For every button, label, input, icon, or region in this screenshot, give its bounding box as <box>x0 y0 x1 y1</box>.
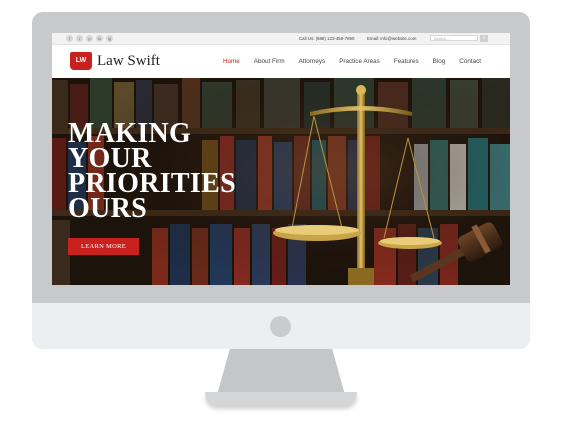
hero-heading: MAKING YOUR PRIORITIES OURS <box>68 120 236 224</box>
monitor-stand-neck <box>217 349 345 395</box>
pinterest-icon[interactable]: p <box>86 35 93 42</box>
learn-more-button[interactable]: LEARN MORE <box>68 238 139 255</box>
shield-logo-icon[interactable]: LW <box>70 52 92 70</box>
nav-item-blog[interactable]: Blog <box>433 58 446 65</box>
nav-item-contact[interactable]: Contact <box>459 58 481 65</box>
nav-item-about-firm[interactable]: About Firm <box>254 58 285 65</box>
nav-item-attorneys[interactable]: Attorneys <box>299 58 326 65</box>
top-bar: f t p in ig Call Us: (888) 123-456-7890 … <box>52 33 510 45</box>
twitter-icon[interactable]: t <box>76 35 83 42</box>
search-icon[interactable]: ⌕ <box>480 35 488 42</box>
site-logo-text[interactable]: Law Swift <box>97 53 160 70</box>
website-screen: f t p in ig Call Us: (888) 123-456-7890 … <box>52 33 510 285</box>
email-contact[interactable]: Email: info@website.com <box>367 36 416 41</box>
nav-item-features[interactable]: Features <box>394 58 419 65</box>
monitor-stand-base <box>205 392 357 405</box>
site-header: LW Law Swift Home About Firm Attorneys P… <box>52 45 510 78</box>
social-links: f t p in ig <box>66 35 113 42</box>
hero-banner: MAKING YOUR PRIORITIES OURS LEARN MORE <box>52 78 510 285</box>
linkedin-icon[interactable]: in <box>96 35 103 42</box>
facebook-icon[interactable]: f <box>66 35 73 42</box>
nav-item-home[interactable]: Home <box>223 58 240 65</box>
nav-item-practice-areas[interactable]: Practice Areas <box>339 58 380 65</box>
main-nav: Home About Firm Attorneys Practice Areas… <box>223 58 495 65</box>
monitor-logo-icon <box>270 316 291 337</box>
hero-heading-line: OURS <box>68 193 147 224</box>
phone-contact: Call Us: (888) 123-456-7890 <box>299 36 355 41</box>
search-input[interactable]: Search... <box>430 35 478 41</box>
instagram-icon[interactable]: ig <box>106 35 113 42</box>
